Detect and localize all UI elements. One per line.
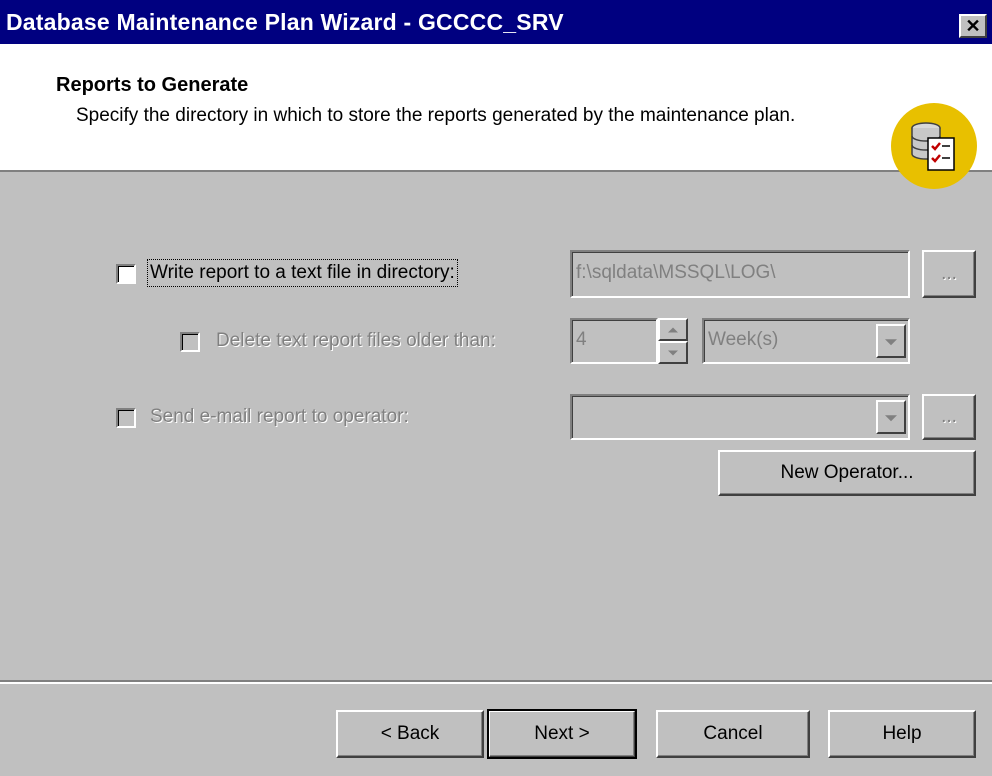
wizard-header: Reports to Generate Specify the director… (0, 44, 992, 189)
spinner-up-icon[interactable] (658, 318, 688, 341)
email-report-checkbox[interactable] (116, 408, 136, 428)
write-report-checkbox[interactable] (116, 264, 136, 284)
next-button[interactable]: Next > (487, 709, 637, 759)
delete-unit-select[interactable]: Week(s) (702, 318, 910, 364)
spinner-down-icon[interactable] (658, 341, 688, 364)
write-report-label[interactable]: Write report to a text file in directory… (147, 259, 458, 287)
page-description: Specify the directory in which to store … (76, 105, 796, 126)
close-button[interactable]: ✕ (959, 14, 987, 38)
directory-browse-button[interactable]: ... (922, 250, 976, 298)
cancel-button[interactable]: Cancel (656, 710, 810, 758)
delete-age-spinner[interactable] (658, 318, 688, 364)
page-title: Reports to Generate (56, 74, 249, 96)
help-button[interactable]: Help (828, 710, 976, 758)
window-title: Database Maintenance Plan Wizard - GCCCC… (6, 9, 564, 35)
delete-old-label: Delete text report files older than: (216, 330, 496, 351)
chevron-down-icon[interactable] (876, 324, 906, 358)
footer-separator (0, 680, 992, 684)
operator-browse-button[interactable]: ... (922, 394, 976, 440)
report-directory-input[interactable]: f:\sqldata\MSSQL\LOG\ (570, 250, 910, 298)
delete-unit-value: Week(s) (708, 329, 779, 350)
close-icon: ✕ (965, 16, 981, 36)
delete-old-checkbox[interactable] (180, 332, 200, 352)
write-report-label-text: Write report to a text file in directory… (150, 262, 455, 283)
email-report-label: Send e-mail report to operator: (150, 406, 409, 427)
database-checklist-icon (890, 102, 978, 195)
title-bar: Database Maintenance Plan Wizard - GCCCC… (0, 0, 992, 44)
operator-select[interactable] (570, 394, 910, 440)
delete-age-input[interactable]: 4 (570, 318, 658, 364)
chevron-down-icon[interactable] (876, 400, 906, 434)
new-operator-button[interactable]: New Operator... (718, 450, 976, 496)
back-button[interactable]: < Back (336, 710, 484, 758)
